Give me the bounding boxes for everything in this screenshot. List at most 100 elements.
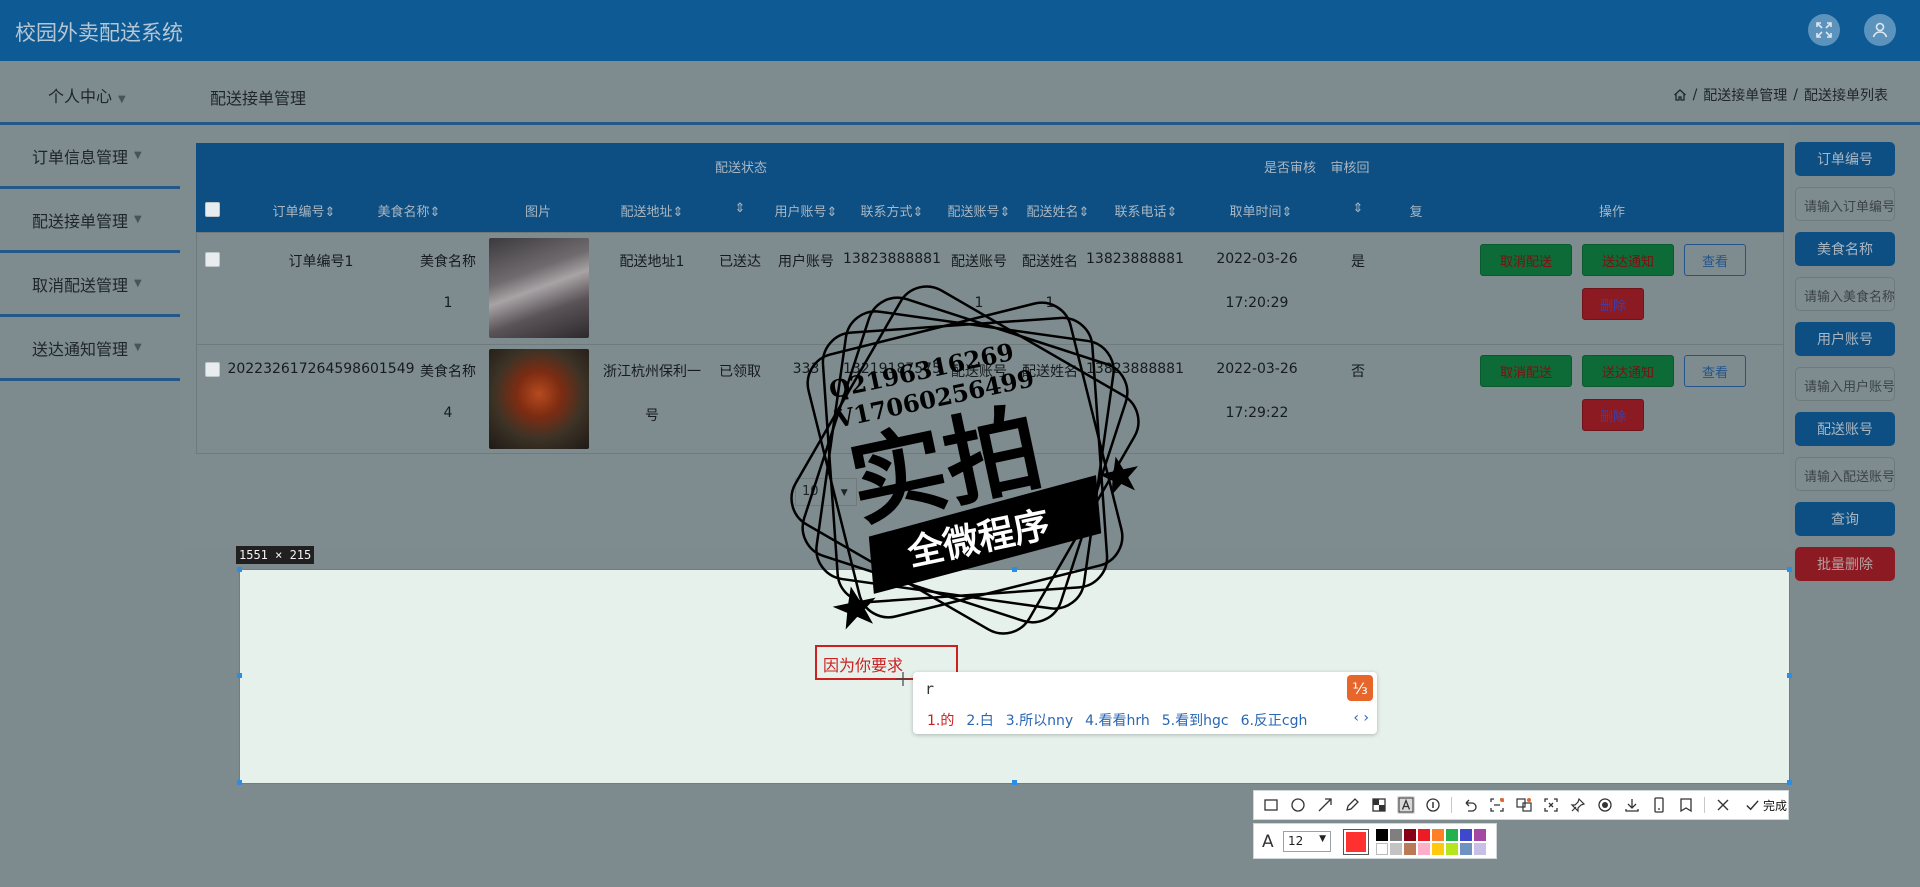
view-button[interactable]: 查看 [1684,244,1746,276]
user-account-filter-button[interactable]: 用户账号 [1795,322,1895,356]
color-swatch[interactable] [1446,843,1458,855]
font-size-select[interactable]: 12 ▼ [1283,831,1331,852]
number-marker-icon[interactable] [1424,796,1442,814]
color-swatch[interactable] [1376,843,1388,855]
color-swatch[interactable] [1460,829,1472,841]
ime-logo-icon[interactable]: ⅓ [1347,675,1373,701]
select-all-checkbox[interactable] [205,202,220,217]
resize-handle[interactable] [237,673,242,678]
ime-page-arrows[interactable]: ‹ › [1353,710,1369,726]
resize-handle[interactable] [1787,567,1792,572]
food-name-filter-button[interactable]: 美食名称 [1795,232,1895,266]
home-icon[interactable] [1673,88,1687,102]
query-button[interactable]: 查询 [1795,502,1895,536]
resize-handle[interactable] [1012,780,1017,785]
courier-account-filter-button[interactable]: 配送账号 [1795,412,1895,446]
color-swatch[interactable] [1474,829,1486,841]
chevron-down-icon: ▼ [118,94,126,105]
chevron-down-icon: ▼ [134,214,142,225]
color-swatch[interactable] [1432,843,1444,855]
color-swatch[interactable] [1460,843,1472,855]
ime-candidate[interactable]: 5.看到hgc [1162,710,1229,730]
delivery-notice-button[interactable]: 送达通知 [1582,244,1674,276]
batch-delete-button[interactable]: 批量删除 [1795,547,1895,581]
ime-candidate[interactable]: 6.反正cgh [1241,710,1308,730]
view-button[interactable]: 查看 [1684,355,1746,387]
close-icon[interactable] [1714,796,1732,814]
mosaic-tool-icon[interactable] [1370,796,1388,814]
column-header-courier-account[interactable]: 配送账号⇕ [948,201,1011,220]
order-no-filter-button[interactable]: 订单编号 [1795,142,1895,176]
user-avatar-icon[interactable] [1864,14,1896,46]
cancel-delivery-button[interactable]: 取消配送 [1480,244,1572,276]
rectangle-tool-icon[interactable] [1262,796,1280,814]
resize-handle[interactable] [1787,780,1792,785]
sidebar: 订单信息管理 ▼ 配送接单管理 ▼ 取消配送管理 ▼ 送达通知管理 ▼ [0,125,180,381]
sidebar-item-orders[interactable]: 订单信息管理 ▼ [0,125,180,189]
ocr-icon[interactable] [1488,796,1506,814]
column-header-pickup-time[interactable]: 取单时间⇕ [1230,201,1293,220]
food-name-search-input[interactable]: 请输入美食名称 [1795,277,1895,311]
delete-button[interactable]: 删除 [1582,288,1644,320]
color-swatch[interactable] [1446,829,1458,841]
color-swatch[interactable] [1390,829,1402,841]
download-icon[interactable] [1623,796,1641,814]
record-icon[interactable] [1596,796,1614,814]
column-header-food-name[interactable]: 美食名称⇕ [378,201,441,220]
column-header-reviewed[interactable]: ⇕ [1353,201,1364,216]
pin-icon[interactable] [1569,796,1587,814]
long-screenshot-icon[interactable] [1542,796,1560,814]
sidebar-item-delivery-notice[interactable]: 送达通知管理 ▼ [0,317,180,381]
delivery-notice-button[interactable]: 送达通知 [1582,355,1674,387]
color-swatch[interactable] [1474,843,1486,855]
row-checkbox[interactable] [205,252,220,267]
color-swatch[interactable] [1376,829,1388,841]
column-header-review-reply: 复 [1409,205,1423,220]
fullscreen-icon[interactable] [1808,14,1840,46]
personal-center-menu[interactable]: 个人中心 ▼ [48,83,126,107]
text-tool-icon[interactable] [1397,796,1415,814]
breadcrumb-item[interactable]: 配送接单管理 [1703,85,1787,105]
ime-candidate[interactable]: 4.看看hrh [1085,710,1150,730]
undo-icon[interactable] [1461,796,1479,814]
ime-candidate[interactable]: 2.白 [966,710,993,730]
ellipse-tool-icon[interactable] [1289,796,1307,814]
current-color-swatch[interactable] [1343,829,1369,855]
row-checkbox[interactable] [205,362,220,377]
color-swatch[interactable] [1432,829,1444,841]
color-swatch[interactable] [1390,843,1402,855]
sidebar-item-delivery-orders[interactable]: 配送接单管理 ▼ [0,189,180,253]
column-header-user-account[interactable]: 用户账号⇕ [775,201,838,220]
food-image[interactable] [489,349,589,449]
sidebar-item-cancel-delivery[interactable]: 取消配送管理 ▼ [0,253,180,317]
color-swatch[interactable] [1404,843,1416,855]
color-swatch[interactable] [1418,829,1430,841]
cell-address: 号 [645,408,659,424]
ime-candidate[interactable]: 1.的 [927,710,954,730]
color-swatch[interactable] [1404,829,1416,841]
order-no-search-input[interactable]: 请输入订单编号 [1795,187,1895,221]
color-swatch[interactable] [1418,843,1430,855]
delete-button[interactable]: 删除 [1582,399,1644,431]
bookmark-icon[interactable] [1677,796,1695,814]
done-button[interactable]: 完成 [1745,797,1787,814]
cancel-delivery-button[interactable]: 取消配送 [1480,355,1572,387]
column-header-order-no[interactable]: 订单编号⇕ [273,201,336,220]
column-header-contact[interactable]: 联系方式⇕ [861,201,924,220]
user-account-search-input[interactable]: 请输入用户账号 [1795,367,1895,401]
column-header-courier-phone[interactable]: 联系电话⇕ [1115,201,1178,220]
pen-tool-icon[interactable] [1343,796,1361,814]
resize-handle[interactable] [237,780,242,785]
courier-account-search-input[interactable]: 请输入配送账号 [1795,457,1895,491]
arrow-tool-icon[interactable] [1316,796,1334,814]
resize-handle[interactable] [237,567,242,572]
translate-icon[interactable] [1515,796,1533,814]
send-to-phone-icon[interactable] [1650,796,1668,814]
cell-food-name: 美食名称 [420,254,476,270]
column-header-courier-name[interactable]: 配送姓名⇕ [1027,201,1090,220]
food-image[interactable] [489,238,589,338]
column-header-status[interactable]: ⇕ [735,201,746,216]
resize-handle[interactable] [1787,673,1792,678]
column-header-address[interactable]: 配送地址⇕ [621,201,684,220]
ime-candidate[interactable]: 3.所以nny [1006,710,1073,730]
